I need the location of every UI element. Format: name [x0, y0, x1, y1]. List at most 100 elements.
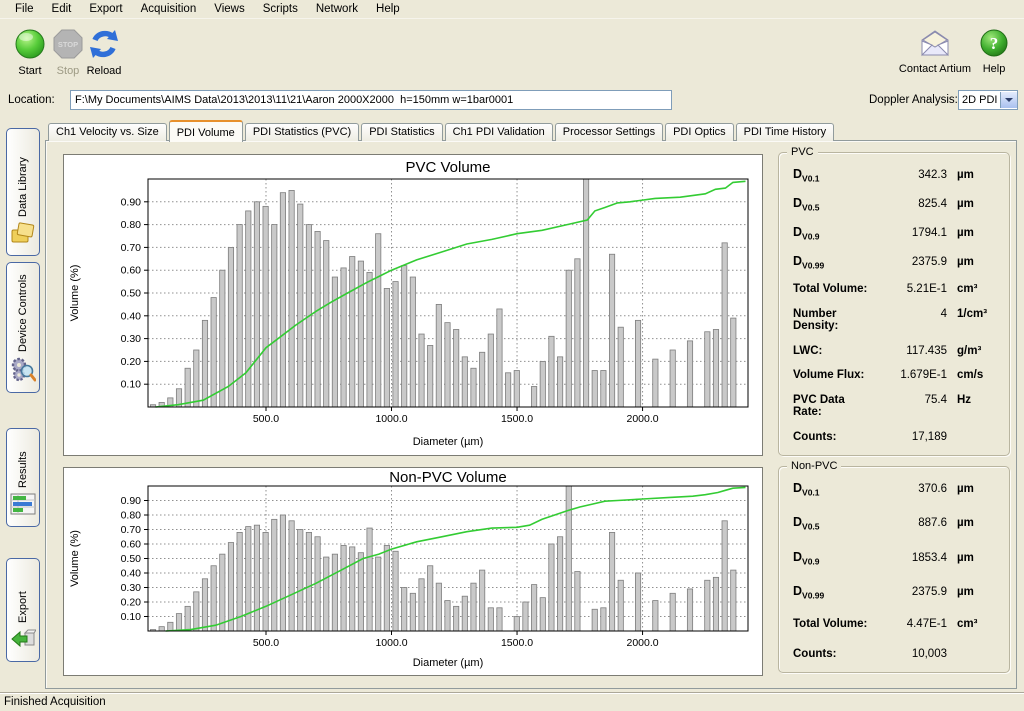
doppler-analysis-label: Doppler Analysis: — [869, 94, 958, 106]
reload-button[interactable]: Reload — [84, 28, 124, 77]
tab-pdi-statistics-pvc-[interactable]: PDI Statistics (PVC) — [245, 123, 359, 141]
start-button[interactable]: Start — [8, 28, 52, 77]
start-icon — [8, 28, 52, 63]
stat-unit: cm³ — [947, 618, 999, 630]
svg-text:STOP: STOP — [58, 40, 78, 49]
menu-item-export[interactable]: Export — [82, 1, 129, 17]
menu-item-edit[interactable]: Edit — [45, 1, 79, 17]
svg-text:1500.0: 1500.0 — [501, 637, 533, 649]
stat-row: DV0.5887.6µm — [793, 515, 999, 531]
svg-text:0.80: 0.80 — [121, 510, 142, 522]
svg-text:1000.0: 1000.0 — [375, 413, 407, 425]
menu-item-file[interactable]: File — [8, 1, 41, 17]
svg-text:2000.0: 2000.0 — [626, 413, 658, 425]
sidebar-item-results[interactable]: Results — [6, 428, 40, 527]
stat-value: 2375.9 — [875, 586, 947, 598]
stat-row: Counts:17,189 — [793, 431, 999, 443]
svg-text:2000.0: 2000.0 — [626, 637, 658, 649]
sidebar-item-export[interactable]: Export — [6, 558, 40, 662]
svg-text:0.20: 0.20 — [121, 356, 142, 368]
tab-pdi-optics[interactable]: PDI Optics — [665, 123, 734, 141]
doppler-analysis-select[interactable]: 2D PDI — [958, 90, 1018, 110]
menu-item-help[interactable]: Help — [369, 1, 407, 17]
stat-value: 2375.9 — [875, 256, 947, 268]
contact-artium-label: Contact Artium — [899, 63, 971, 75]
stat-value: 370.6 — [875, 483, 947, 495]
tab-ch1-pdi-validation[interactable]: Ch1 PDI Validation — [445, 123, 553, 141]
svg-text:?: ? — [990, 34, 999, 53]
pvc-stats-title: PVC — [787, 146, 818, 158]
stat-row: Total Volume:5.21E-1cm³ — [793, 283, 999, 295]
pvc-volume-chart: 0.100.200.300.400.500.600.700.800.90500.… — [63, 154, 763, 456]
stat-label: Counts: — [793, 431, 875, 443]
doppler-analysis-value: 2D PDI — [959, 94, 1000, 106]
menu-item-views[interactable]: Views — [207, 1, 251, 17]
stat-row: DV0.992375.9µm — [793, 584, 999, 600]
start-label: Start — [18, 65, 41, 77]
stat-unit: µm — [947, 256, 999, 268]
menu-item-scripts[interactable]: Scripts — [256, 1, 305, 17]
export-label: Export — [17, 567, 29, 623]
sidebar-item-data-library[interactable]: Data Library — [6, 128, 40, 256]
stat-row: PVC Data Rate:75.4Hz — [793, 394, 999, 418]
reload-label: Reload — [87, 65, 122, 77]
location-input[interactable] — [70, 90, 672, 110]
stat-value: 4.47E-1 — [875, 618, 947, 630]
tab-bar: Ch1 Velocity vs. SizePDI VolumePDI Stati… — [48, 119, 836, 141]
stat-value: 1.679E-1 — [875, 369, 947, 381]
app-window: FileEditExportAcquisitionViewsScriptsNet… — [0, 0, 1024, 711]
stop-label: Stop — [57, 65, 80, 77]
tab-pdi-volume[interactable]: PDI Volume — [169, 120, 243, 142]
stat-row: LWC:117.435g/m³ — [793, 345, 999, 357]
stat-label: LWC: — [793, 345, 875, 357]
stat-value: 17,189 — [875, 431, 947, 443]
stat-label: DV0.5 — [793, 515, 875, 531]
svg-text:0.50: 0.50 — [121, 288, 142, 300]
stat-unit: µm — [947, 227, 999, 239]
svg-text:0.30: 0.30 — [121, 333, 142, 345]
results-icon — [10, 492, 36, 521]
stat-unit: µm — [947, 198, 999, 210]
stat-label: Counts: — [793, 648, 875, 660]
pvc-stats-groupbox: PVC DV0.1342.3µmDV0.5825.4µmDV0.91794.1µ… — [778, 152, 1010, 456]
stat-value: 4 — [875, 308, 947, 320]
tab-pdi-statistics[interactable]: PDI Statistics — [361, 123, 442, 141]
stat-value: 75.4 — [875, 394, 947, 406]
stat-value: 342.3 — [875, 169, 947, 181]
stat-row: Counts:10,003 — [793, 648, 999, 660]
stat-unit: Hz — [947, 394, 999, 406]
svg-text:0.80: 0.80 — [121, 219, 142, 231]
svg-text:0.60: 0.60 — [121, 265, 142, 277]
tab-ch1-velocity-vs-size[interactable]: Ch1 Velocity vs. Size — [48, 123, 167, 141]
stat-value: 825.4 — [875, 198, 947, 210]
stop-button[interactable]: STOP Stop — [50, 28, 86, 77]
tab-processor-settings[interactable]: Processor Settings — [555, 123, 663, 141]
svg-text:Diameter (µm): Diameter (µm) — [413, 657, 484, 669]
help-button[interactable]: ? Help — [976, 28, 1012, 75]
contact-artium-button[interactable]: Contact Artium — [896, 28, 974, 75]
stat-label: DV0.9 — [793, 550, 875, 566]
stat-label: DV0.9 — [793, 225, 875, 241]
stat-row: DV0.91853.4µm — [793, 550, 999, 566]
toolbar: Start STOP Stop Reload — [0, 20, 1024, 84]
menu-item-acquisition[interactable]: Acquisition — [134, 1, 204, 17]
stat-label: DV0.5 — [793, 196, 875, 212]
chevron-down-icon[interactable] — [1000, 92, 1017, 108]
svg-text:0.60: 0.60 — [121, 539, 142, 551]
stat-unit: µm — [947, 517, 999, 529]
reload-icon — [84, 28, 124, 63]
help-icon: ? — [976, 28, 1012, 61]
stat-label: Number Density: — [793, 308, 875, 332]
sidebar-item-device-controls[interactable]: Device Controls — [6, 262, 40, 393]
device-controls-icon — [10, 356, 36, 387]
svg-text:0.90: 0.90 — [121, 495, 142, 507]
stat-value: 10,003 — [875, 648, 947, 660]
results-label: Results — [17, 437, 29, 488]
contact-envelope-icon — [896, 28, 974, 61]
stat-row: DV0.992375.9µm — [793, 254, 999, 270]
non-pvc-stats-groupbox: Non-PVC DV0.1370.6µmDV0.5887.6µmDV0.9185… — [778, 466, 1010, 673]
svg-text:0.50: 0.50 — [121, 553, 142, 565]
menu-item-network[interactable]: Network — [309, 1, 365, 17]
tab-pdi-time-history[interactable]: PDI Time History — [736, 123, 835, 141]
stat-unit: cm³ — [947, 283, 999, 295]
